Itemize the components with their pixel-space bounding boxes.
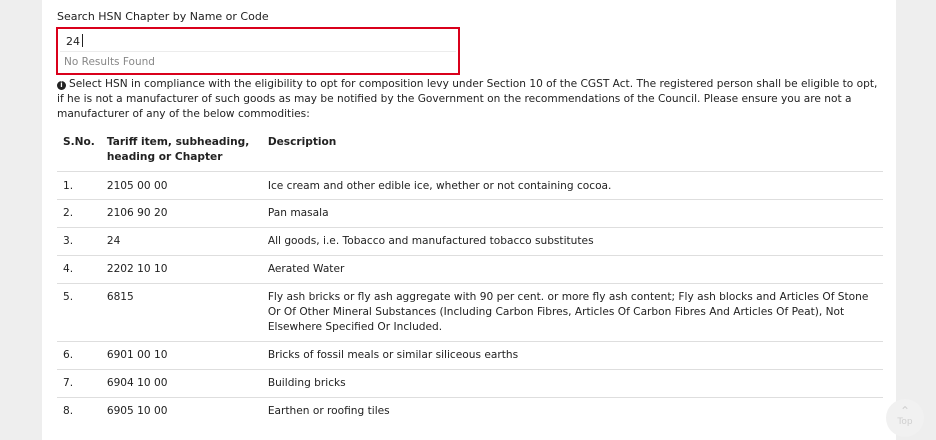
row-sno: 8. bbox=[57, 397, 101, 425]
row-tariff: 6815 bbox=[100, 283, 262, 342]
row-tariff: 2105 00 00 bbox=[100, 171, 262, 200]
row-sno: 3. bbox=[57, 227, 101, 256]
search-divider bbox=[60, 51, 456, 52]
scroll-to-top-button[interactable]: ⌃ Top bbox=[886, 399, 924, 437]
row-sno: 5. bbox=[57, 283, 101, 342]
row-description: Fly ash bricks or fly ash aggregate with… bbox=[261, 283, 883, 342]
scroll-to-top-label: Top bbox=[897, 417, 913, 427]
row-description: Aerated Water bbox=[261, 255, 883, 284]
search-input[interactable] bbox=[62, 33, 450, 49]
table-row: 5. 6815 Fly ash bricks or fly ash aggreg… bbox=[57, 283, 883, 342]
row-description: Building bricks bbox=[261, 369, 883, 398]
row-tariff: 6901 00 10 bbox=[100, 341, 262, 370]
table-row: 8. 6905 10 00 Earthen or roofing tiles bbox=[57, 397, 883, 425]
table-row: 3. 24 All goods, i.e. Tobacco and manufa… bbox=[57, 227, 883, 256]
row-description: Pan masala bbox=[261, 199, 883, 228]
commodities-table: S.No. Tariff item, subheading, heading o… bbox=[57, 131, 883, 425]
row-sno: 7. bbox=[57, 369, 101, 398]
info-circle-icon: i bbox=[57, 81, 66, 90]
search-label: Search HSN Chapter by Name or Code bbox=[57, 10, 269, 23]
table-row: 6. 6901 00 10 Bricks of fossil meals or … bbox=[57, 341, 883, 370]
row-description: Bricks of fossil meals or similar silice… bbox=[261, 341, 883, 370]
row-tariff: 24 bbox=[100, 227, 262, 256]
row-description: Earthen or roofing tiles bbox=[261, 397, 883, 425]
table-row: 2. 2106 90 20 Pan masala bbox=[57, 199, 883, 228]
no-results-message: No Results Found bbox=[64, 56, 155, 68]
row-sno: 1. bbox=[57, 171, 101, 200]
row-description: All goods, i.e. Tobacco and manufactured… bbox=[261, 227, 883, 256]
header-sno: S.No. bbox=[63, 136, 95, 148]
header-tariff: Tariff item, subheading, heading or Chap… bbox=[106, 136, 250, 163]
search-box: No Results Found bbox=[56, 27, 460, 75]
info-text: Select HSN in compliance with the eligib… bbox=[57, 78, 878, 120]
table-row: 1. 2105 00 00 Ice cream and other edible… bbox=[57, 171, 883, 200]
table-row: 7. 6904 10 00 Building bricks bbox=[57, 369, 883, 398]
chevron-up-icon: ⌃ bbox=[899, 404, 911, 418]
main-panel: Search HSN Chapter by Name or Code No Re… bbox=[42, 0, 896, 440]
row-sno: 2. bbox=[57, 199, 101, 228]
row-tariff: 6905 10 00 bbox=[100, 397, 262, 425]
row-sno: 6. bbox=[57, 341, 101, 370]
table-row: 4. 2202 10 10 Aerated Water bbox=[57, 255, 883, 284]
row-tariff: 2202 10 10 bbox=[100, 255, 262, 284]
row-tariff: 2106 90 20 bbox=[100, 199, 262, 228]
row-description: Ice cream and other edible ice, whether … bbox=[261, 171, 883, 200]
header-description: Description bbox=[267, 136, 337, 148]
row-tariff: 6904 10 00 bbox=[100, 369, 262, 398]
text-caret bbox=[82, 34, 83, 47]
row-sno: 4. bbox=[57, 255, 101, 284]
table-header-row: S.No. Tariff item, subheading, heading o… bbox=[57, 131, 883, 172]
composition-info: i Select HSN in compliance with the eligi… bbox=[57, 77, 887, 122]
